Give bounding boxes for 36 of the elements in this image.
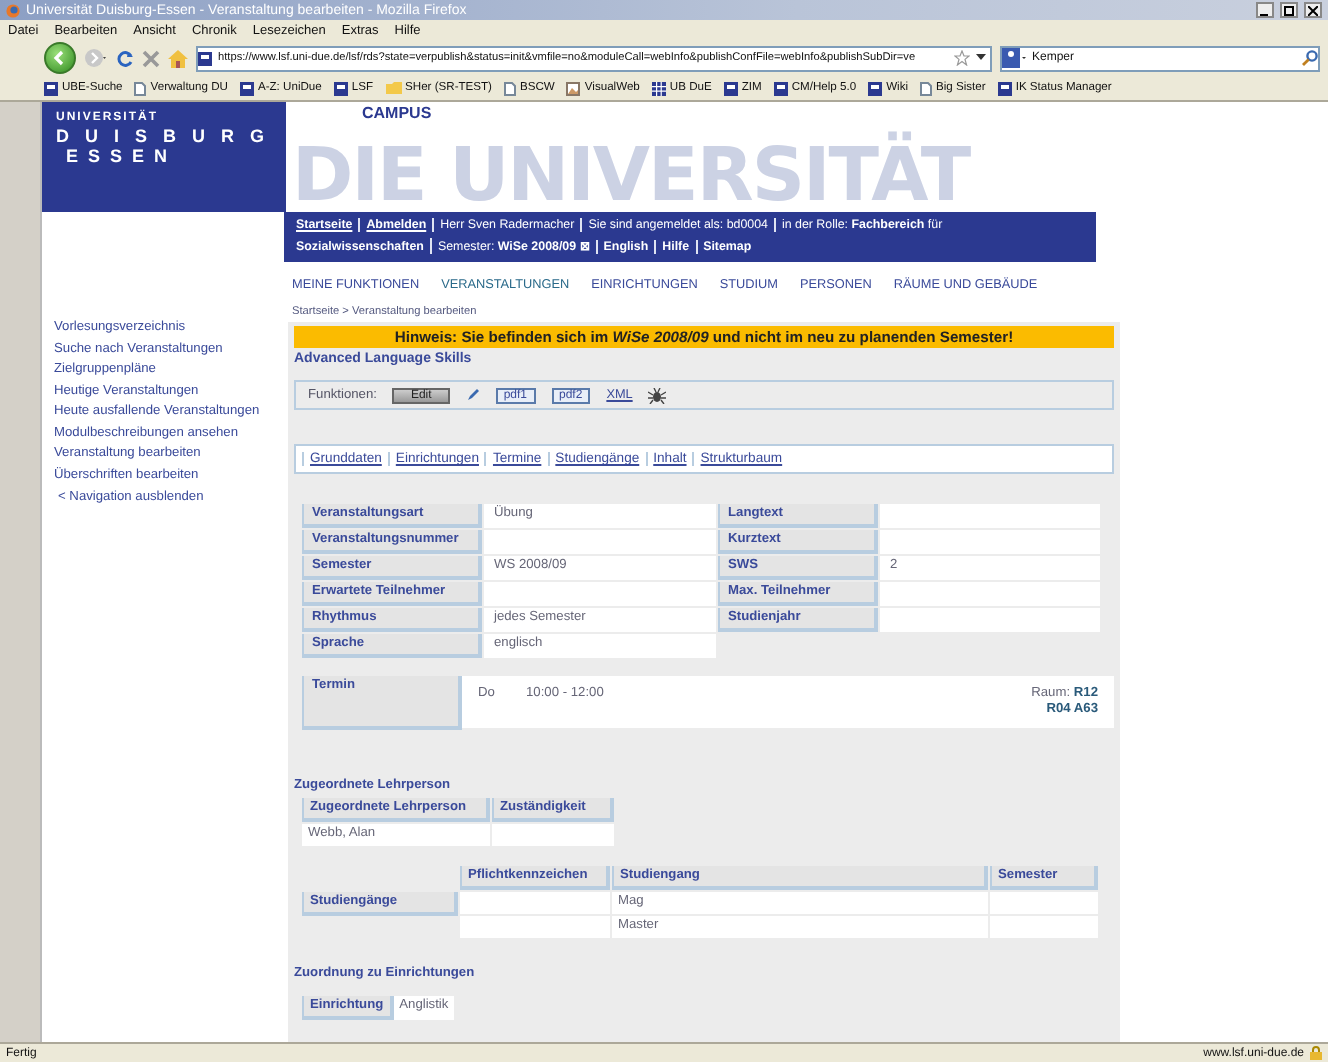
site-icon: [44, 81, 58, 95]
maximize-icon: [1284, 5, 1294, 15]
maximize-button[interactable]: [1280, 2, 1298, 18]
dropdown-icon[interactable]: [976, 54, 986, 62]
reload-icon: [116, 49, 134, 67]
close-button[interactable]: [1304, 2, 1322, 18]
site-icon: [773, 81, 788, 95]
picture-icon: [566, 81, 581, 95]
home-icon: [168, 49, 188, 67]
firefox-logo-icon: [6, 3, 20, 17]
logo-text: DUISBURG: [56, 130, 272, 144]
back-button[interactable]: [44, 42, 76, 74]
home-button[interactable]: [168, 49, 188, 67]
site-icon: [198, 51, 212, 65]
search-icon[interactable]: [1302, 50, 1318, 66]
site-icon: [997, 81, 1012, 95]
reload-button[interactable]: [116, 49, 134, 67]
pen-icon[interactable]: [465, 388, 480, 402]
site-icon: [333, 81, 348, 95]
bug-icon[interactable]: [648, 387, 667, 403]
page-icon: [920, 81, 933, 95]
site-icon: [239, 81, 254, 95]
search-engine-icon[interactable]: [1002, 48, 1026, 68]
logo-text: ESSEN: [64, 150, 180, 164]
site-icon: [723, 81, 738, 95]
padlock-icon: [1310, 1046, 1322, 1060]
grid-icon: [651, 81, 666, 95]
page-icon: [504, 81, 516, 95]
site-icon: [868, 81, 883, 95]
close-icon: [1308, 5, 1318, 15]
portal-title: CAMPUS: [362, 104, 432, 124]
minimize-button[interactable]: [1256, 2, 1274, 18]
star-icon[interactable]: [954, 50, 970, 66]
stop-icon: [142, 49, 160, 67]
page-icon: [134, 81, 147, 95]
folder-icon: [385, 82, 402, 94]
